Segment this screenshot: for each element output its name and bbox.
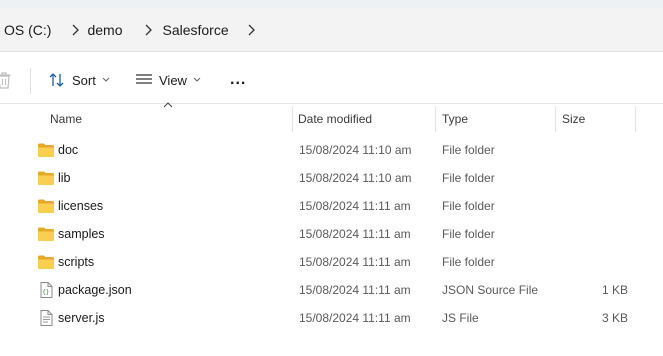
- file-type: JS File: [442, 311, 479, 325]
- chevron-right-icon[interactable]: [239, 8, 263, 52]
- column-header-type[interactable]: Type: [442, 106, 468, 132]
- file-name: licenses: [58, 199, 104, 213]
- file-type: File folder: [442, 143, 495, 157]
- chevron-right-icon[interactable]: [63, 8, 87, 52]
- file-name: samples: [58, 227, 105, 241]
- file-date-modified: 15/08/2024 11:11 am: [299, 283, 411, 297]
- list-item[interactable]: licenses 15/08/2024 11:11 am File folder: [30, 192, 650, 220]
- list-item[interactable]: samples 15/08/2024 11:11 am File folder: [30, 220, 650, 248]
- list-item[interactable]: scripts 15/08/2024 11:11 am File folder: [30, 248, 650, 276]
- view-list-icon: [136, 74, 152, 84]
- file-date-modified: 15/08/2024 11:11 am: [299, 227, 411, 241]
- folder-icon: [38, 171, 54, 185]
- more-options-button[interactable]: ...: [230, 64, 246, 96]
- list-item[interactable]: server.js 15/08/2024 11:11 am JS File 3 …: [30, 304, 650, 332]
- breadcrumb[interactable]: OS (C:) demo Salesforce: [0, 8, 663, 52]
- folder-icon: [38, 227, 54, 241]
- file-date-modified: 15/08/2024 11:10 am: [299, 171, 412, 185]
- column-divider[interactable]: [555, 106, 556, 132]
- file-name: lib: [58, 171, 71, 185]
- view-button[interactable]: View: [135, 64, 201, 96]
- column-divider[interactable]: [435, 106, 436, 132]
- file-date-modified: 15/08/2024 11:11 am: [299, 255, 411, 269]
- breadcrumb-item-salesforce[interactable]: Salesforce: [162, 22, 228, 38]
- file-name: server.js: [58, 311, 105, 325]
- sort-button[interactable]: Sort: [48, 64, 110, 96]
- file-type: JSON Source File: [442, 283, 539, 297]
- svg-text:{}: {}: [42, 289, 49, 296]
- breadcrumb-item-demo[interactable]: demo: [87, 22, 122, 38]
- file-date-modified: 15/08/2024 11:10 am: [299, 143, 412, 157]
- file-size: 3 KB: [601, 311, 628, 325]
- file-type: File folder: [442, 171, 495, 185]
- text-file-icon: [40, 310, 53, 326]
- column-header-date-modified[interactable]: Date modified: [298, 106, 372, 132]
- column-header-size[interactable]: Size: [562, 106, 585, 132]
- command-bar: Sort View ...: [0, 56, 663, 104]
- toolbar-divider: [30, 68, 31, 94]
- sort-ascending-icon: [163, 102, 173, 108]
- chevron-down-icon: [193, 77, 201, 82]
- column-divider[interactable]: [635, 106, 636, 132]
- file-name: doc: [58, 143, 79, 157]
- chevron-down-icon: [102, 77, 110, 82]
- file-size: 1 KB: [601, 283, 628, 297]
- file-name: scripts: [58, 255, 95, 269]
- file-name: package.json: [58, 283, 132, 297]
- sort-icon: [49, 73, 64, 87]
- chevron-right-icon[interactable]: [136, 8, 160, 52]
- window-top-strip: [0, 0, 663, 8]
- list-item[interactable]: doc 15/08/2024 11:10 am File folder: [30, 136, 650, 164]
- file-date-modified: 15/08/2024 11:11 am: [299, 311, 411, 325]
- folder-icon: [38, 143, 54, 157]
- file-date-modified: 15/08/2024 11:11 am: [299, 199, 411, 213]
- file-type: File folder: [442, 255, 495, 269]
- breadcrumb-item-drive[interactable]: OS (C:): [4, 22, 51, 38]
- delete-icon[interactable]: [0, 64, 12, 96]
- folder-icon: [38, 255, 54, 269]
- list-item[interactable]: lib 15/08/2024 11:10 am File folder: [30, 164, 650, 192]
- sort-label: Sort: [72, 72, 96, 88]
- column-divider[interactable]: [292, 106, 293, 132]
- list-item[interactable]: {} package.json 15/08/2024 11:11 am JSON…: [30, 276, 650, 304]
- file-type: File folder: [442, 199, 495, 213]
- file-type: File folder: [442, 227, 495, 241]
- json-file-icon: {}: [40, 282, 53, 298]
- folder-icon: [38, 199, 54, 213]
- column-header-name[interactable]: Name: [50, 106, 82, 132]
- view-label: View: [159, 72, 187, 88]
